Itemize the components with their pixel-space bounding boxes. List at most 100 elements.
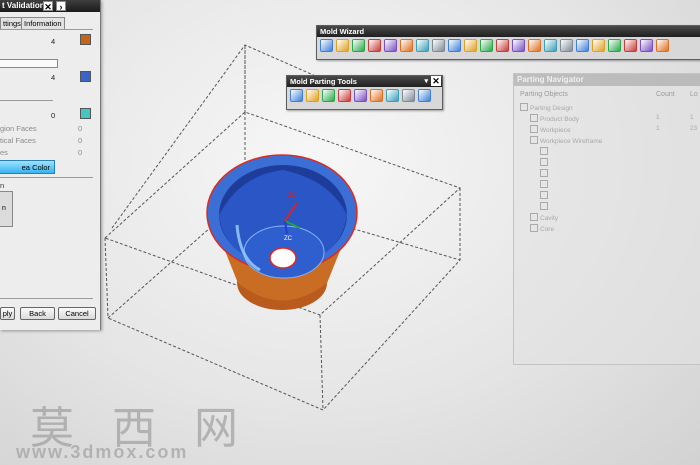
mold-csys-icon[interactable]	[306, 89, 319, 102]
col-objects[interactable]: Parting Objects	[520, 91, 568, 98]
parting-surface-icon[interactable]	[354, 89, 367, 102]
visibility-checkbox[interactable]	[530, 125, 538, 133]
swap-model-icon[interactable]	[402, 89, 415, 102]
navigator-row[interactable]	[540, 202, 700, 211]
col-count[interactable]: Count	[656, 91, 675, 98]
visibility-checkbox[interactable]	[530, 136, 538, 144]
product-body[interactable]	[206, 154, 358, 310]
face-count-3: 0	[51, 111, 56, 120]
drawing-icon[interactable]	[640, 39, 653, 52]
mold-base-icon[interactable]	[448, 39, 461, 52]
product-validation-icon[interactable]	[322, 89, 335, 102]
runner-icon[interactable]	[544, 39, 557, 52]
navigator-row[interactable]: Core	[530, 224, 700, 233]
dialog-title-bar: t Validation ✕ ›	[0, 0, 100, 12]
tab-information[interactable]: Information	[21, 17, 65, 29]
dialog-title: t Validation	[2, 1, 45, 10]
sub-insert-icon[interactable]	[512, 39, 525, 52]
slider-1[interactable]	[0, 59, 58, 68]
parting-navigator-icon[interactable]	[418, 89, 431, 102]
electrode-icon[interactable]	[576, 39, 589, 52]
navigator-row-label: Parting Design	[530, 105, 573, 112]
navigator-row-label: Cavity	[540, 215, 559, 222]
trim-mold-icon[interactable]	[592, 39, 605, 52]
parting-tools-icon[interactable]	[432, 39, 445, 52]
mold-wizard-icons	[317, 37, 700, 54]
set-area-color-button[interactable]: ea Color	[0, 160, 55, 174]
section-label: n	[0, 181, 5, 190]
family-mold-icon[interactable]	[400, 39, 413, 52]
preview-box[interactable]: n	[0, 191, 13, 227]
region-faces-value: 0	[78, 124, 83, 133]
visibility-checkbox[interactable]	[520, 103, 528, 111]
region-analysis-icon[interactable]	[290, 89, 303, 102]
define-cavity-icon[interactable]	[386, 89, 399, 102]
pocket-icon[interactable]	[608, 39, 621, 52]
visibility-checkbox[interactable]	[540, 202, 548, 210]
navigator-row[interactable]	[540, 158, 700, 167]
navigator-row-lo: 23	[690, 125, 698, 132]
cavity-layout-icon[interactable]	[384, 39, 397, 52]
workpiece-icon[interactable]	[368, 39, 381, 52]
back-button[interactable]: Back	[20, 307, 55, 320]
color-swatch-3[interactable]	[80, 108, 91, 119]
close-icon[interactable]: ✕	[43, 1, 53, 12]
shrinkage-icon[interactable]	[352, 39, 365, 52]
mold-csys-icon[interactable]	[336, 39, 349, 52]
navigator-row[interactable]: Parting Design	[520, 103, 700, 112]
initialize-project-icon[interactable]	[320, 39, 333, 52]
mold-parting-tools-toolbar: Mold Parting Tools ▾ ✕	[286, 75, 443, 110]
navigator-row[interactable]	[540, 147, 700, 156]
face-count-1: 4	[51, 37, 56, 46]
bom-icon[interactable]	[624, 39, 637, 52]
chevron-right-icon[interactable]: ›	[56, 1, 66, 12]
gate-icon[interactable]	[528, 39, 541, 52]
visibility-checkbox[interactable]	[540, 158, 548, 166]
col-lo[interactable]: Lo	[690, 91, 698, 98]
toolbar-options-icon[interactable]: ▾	[424, 76, 428, 87]
preview-box-label: n	[2, 205, 6, 212]
visibility-checkbox[interactable]	[540, 191, 548, 199]
navigator-row-label: Workpiece Wireframe	[540, 138, 603, 145]
navigator-row[interactable]	[540, 169, 700, 178]
navigator-row[interactable]	[540, 180, 700, 189]
divider	[0, 29, 93, 30]
visibility-checkbox[interactable]	[530, 224, 538, 232]
navigator-row-label: Product Body	[540, 116, 580, 123]
standard-parts-icon[interactable]	[464, 39, 477, 52]
parting-tools-icons	[287, 87, 442, 104]
visibility-checkbox[interactable]	[540, 147, 548, 155]
visibility-checkbox[interactable]	[530, 114, 538, 122]
visibility-checkbox[interactable]	[530, 213, 538, 221]
parting-line-icon[interactable]	[338, 89, 351, 102]
navigator-row[interactable]: Cavity	[530, 213, 700, 222]
navigator-row[interactable]: Product Body 1 1	[530, 114, 700, 123]
cancel-button[interactable]: Cancel	[58, 307, 96, 320]
navigator-row[interactable]: Workpiece Wireframe	[530, 136, 700, 145]
navigator-row-lo: 1	[690, 114, 694, 121]
navigator-row-label: Workpiece	[540, 127, 571, 134]
navigator-title: Parting Navigator	[514, 74, 700, 86]
mold-wizard-title-bar: Mold Wizard	[317, 26, 700, 37]
navigator-row-label: Core	[540, 226, 555, 233]
patch-tools-icon[interactable]	[416, 39, 429, 52]
parting-navigator-panel: Parting Navigator Parting Objects Count …	[513, 73, 700, 365]
visibility-checkbox[interactable]	[540, 169, 548, 177]
define-regions-icon[interactable]	[370, 89, 383, 102]
color-swatch-1[interactable]	[80, 34, 91, 45]
view-manager-icon[interactable]	[656, 39, 669, 52]
close-icon[interactable]: ✕	[431, 76, 441, 86]
vertical-faces-label: tical Faces	[0, 136, 36, 145]
divider	[0, 100, 53, 101]
divider	[0, 177, 93, 178]
ejector-pin-icon[interactable]	[480, 39, 493, 52]
apply-button[interactable]: ply	[0, 307, 15, 320]
color-swatch-2[interactable]	[80, 71, 91, 82]
parting-tools-title: Mold Parting Tools	[290, 77, 357, 86]
cooling-icon[interactable]	[560, 39, 573, 52]
navigator-row[interactable]	[540, 191, 700, 200]
product-validation-dialog: t Validation ✕ › ttings Information 4 4 …	[0, 0, 101, 330]
navigator-row[interactable]: Workpiece 1 23	[530, 125, 700, 134]
slider-lifter-icon[interactable]	[496, 39, 509, 52]
visibility-checkbox[interactable]	[540, 180, 548, 188]
